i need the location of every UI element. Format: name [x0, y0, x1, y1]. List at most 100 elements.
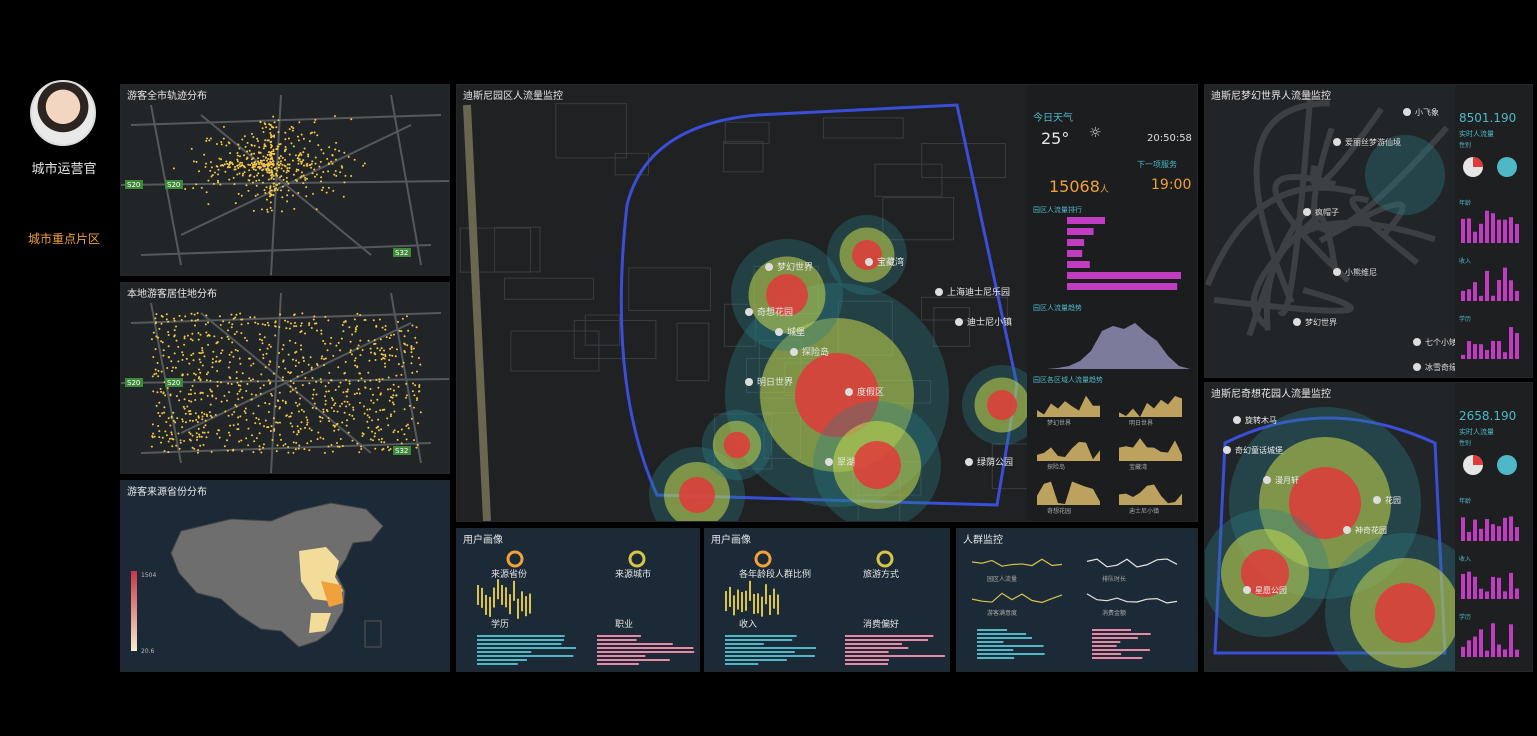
ranking-bar[interactable]	[1067, 272, 1181, 279]
poi-marker[interactable]	[1413, 338, 1421, 346]
track-point	[352, 406, 355, 409]
poi-marker[interactable]	[955, 318, 963, 326]
poi-marker[interactable]	[865, 258, 873, 266]
poi-marker[interactable]	[845, 388, 853, 396]
crowd-charts[interactable]: 园区人流量 排队时长游客满意度 消费金额	[957, 529, 1197, 671]
poi-label: 明日世界	[757, 376, 793, 388]
track-point	[184, 412, 187, 415]
track-point	[405, 382, 408, 385]
small-multiples[interactable]: 梦幻世界 明日世界探险岛 宝藏湾奇想花园 迪士尼小镇	[1027, 383, 1197, 519]
track-point	[302, 359, 305, 362]
track-point	[197, 338, 200, 341]
track-point	[263, 425, 266, 428]
track-point	[188, 431, 191, 434]
poi-marker[interactable]	[1413, 363, 1421, 371]
track-point	[278, 391, 281, 394]
garden-heatmap[interactable]: 旋转木马奇幻童话城堡漫月轩花园神奇花园星愿公园	[1205, 383, 1455, 671]
track-point	[252, 378, 255, 381]
poi-marker[interactable]	[1243, 586, 1251, 594]
park-heatmap[interactable]: 梦幻世界奇想花园城堡明日世界 探险岛 宝藏湾上海迪士尼乐园迪士尼小镇度假区翠湖 绿荫公…	[457, 85, 1027, 521]
hbar	[1092, 637, 1138, 639]
track-point	[176, 417, 179, 420]
poi-marker[interactable]	[765, 263, 773, 271]
track-point	[203, 413, 206, 416]
garden-mini-charts[interactable]: 性别年龄收入学历	[1455, 435, 1532, 671]
donut[interactable]	[628, 550, 646, 568]
track-point	[276, 169, 279, 172]
poi-marker[interactable]	[745, 308, 753, 316]
track-point	[299, 152, 302, 155]
poi-marker[interactable]	[1293, 318, 1301, 326]
poi-marker[interactable]	[1373, 496, 1381, 504]
bar	[1503, 219, 1507, 243]
poi-marker[interactable]	[1303, 208, 1311, 216]
hbar	[845, 635, 934, 637]
track-point	[341, 323, 344, 326]
poi-marker[interactable]	[1233, 416, 1241, 424]
residence-map[interactable]: S20 S20 S32	[121, 283, 449, 473]
avatar[interactable]	[30, 80, 96, 146]
track-point	[261, 127, 264, 130]
track-point	[313, 402, 316, 405]
pie[interactable]	[1497, 455, 1517, 475]
sidebar-item-key-areas[interactable]: 城市重点片区	[8, 230, 120, 247]
track-point	[401, 317, 404, 320]
track-point	[173, 335, 176, 338]
profile1-charts[interactable]: 来源省份 来源城市学历 职业	[457, 529, 699, 671]
track-point	[250, 153, 253, 156]
china-map[interactable]: 1504 20.6	[121, 481, 449, 671]
poi-marker[interactable]	[1263, 476, 1271, 484]
poi-marker[interactable]	[1343, 526, 1351, 534]
trend-area-chart[interactable]	[1027, 311, 1197, 371]
poi-marker[interactable]	[825, 458, 833, 466]
poi-marker[interactable]	[1333, 268, 1341, 276]
poi-marker[interactable]	[1333, 138, 1341, 146]
track-point	[201, 415, 204, 418]
track-point	[183, 337, 186, 340]
track-point	[189, 412, 192, 415]
track-point	[297, 139, 300, 142]
poi-marker[interactable]	[965, 458, 973, 466]
poi-marker[interactable]	[790, 348, 798, 356]
tracks-map[interactable]: S20 S20 S32	[121, 85, 449, 275]
ranking-bar[interactable]	[1067, 283, 1178, 290]
panel-title: 用户画像	[711, 535, 751, 546]
donut[interactable]	[754, 550, 772, 568]
profile2-charts[interactable]: 各年龄段人群比例 旅游方式收入 消费偏好	[705, 529, 949, 671]
track-point	[219, 359, 222, 362]
ranking-bar-chart[interactable]	[1027, 213, 1197, 303]
track-point	[345, 405, 348, 408]
ranking-bar[interactable]	[1067, 217, 1105, 224]
bar	[1491, 340, 1495, 359]
donut[interactable]	[506, 550, 524, 568]
track-point	[405, 315, 408, 318]
tracks-panel: 游客全市轨迹分布 S20 S20 S32	[120, 84, 450, 276]
poi-marker[interactable]	[935, 288, 943, 296]
track-point	[272, 185, 275, 188]
poi-marker[interactable]	[745, 378, 753, 386]
chart-label: 园区人流量	[987, 575, 1017, 583]
track-point	[308, 382, 311, 385]
poi-marker[interactable]	[1223, 446, 1231, 454]
donut[interactable]	[876, 550, 894, 568]
ranking-bar[interactable]	[1067, 239, 1085, 246]
dream-mini-charts[interactable]: 性别年龄收入学历	[1455, 137, 1532, 377]
ranking-bar[interactable]	[1067, 261, 1090, 268]
ranking-bar[interactable]	[1067, 250, 1083, 257]
track-point	[196, 451, 199, 454]
next-link[interactable]: 下一项服务	[1137, 159, 1177, 170]
track-point	[271, 173, 274, 176]
track-point	[269, 201, 272, 204]
poi-marker[interactable]	[1403, 108, 1411, 116]
ranking-bar[interactable]	[1067, 228, 1094, 235]
track-point	[346, 388, 349, 391]
poi-marker[interactable]	[775, 328, 783, 336]
panel-title: 迪斯尼梦幻世界人流量监控	[1211, 91, 1331, 102]
track-point	[394, 355, 397, 358]
track-point	[162, 354, 165, 357]
mini-label: 梦幻世界	[1047, 419, 1071, 427]
track-point	[154, 317, 157, 320]
dream-map[interactable]: 小飞象爱丽丝梦游仙境疯帽子小熊维尼梦幻世界七个小矮人冰雪奇缘	[1205, 85, 1455, 377]
pie[interactable]	[1497, 157, 1517, 177]
track-point	[331, 154, 334, 157]
